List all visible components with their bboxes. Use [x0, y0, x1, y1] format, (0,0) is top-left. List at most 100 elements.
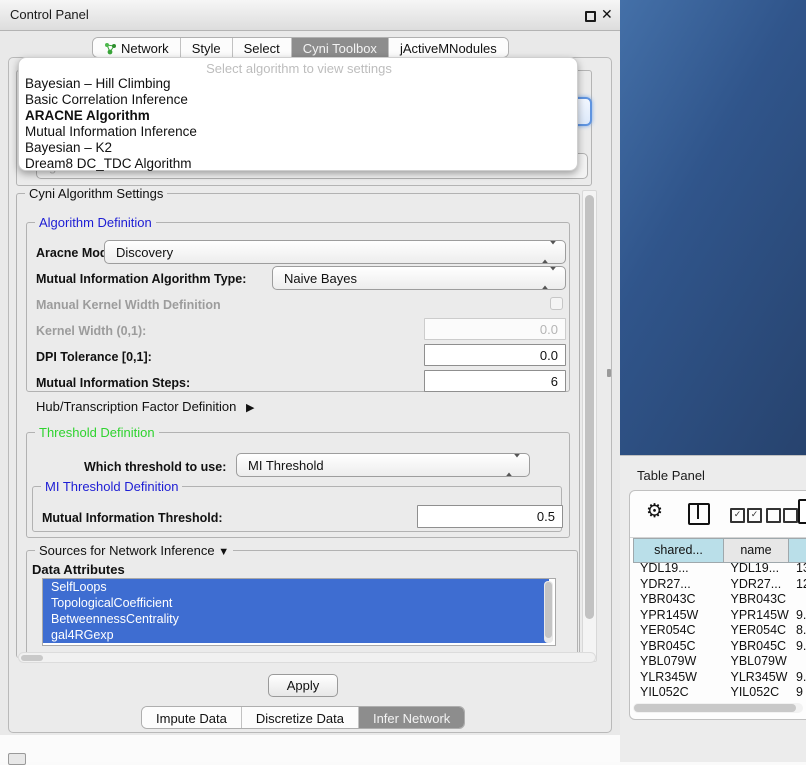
split-pane-handle[interactable] [607, 369, 611, 377]
table-cell: 12 [792, 577, 806, 593]
checked-checkbox-icon[interactable]: ✓ [730, 508, 745, 523]
attribute-list-item[interactable]: BetweennessCentrality [43, 611, 549, 627]
table-cell [792, 654, 806, 670]
group-title: Cyni Algorithm Settings [25, 186, 167, 201]
data-attributes-list[interactable]: SelfLoopsTopologicalCoefficientBetweenne… [42, 578, 556, 646]
combo-value: MI Threshold [248, 458, 324, 473]
table-cell: YPR145W [725, 608, 791, 624]
tab-label: Cyni Toolbox [303, 38, 377, 58]
tab-infer-network[interactable]: Infer Network [359, 707, 464, 729]
algorithm-dropdown-list[interactable]: Select algorithm to view settings Bayesi… [18, 57, 578, 171]
dpi-tolerance-field[interactable]: 0.0 [424, 344, 566, 366]
scrollbar-thumb[interactable] [21, 655, 43, 661]
settings-vertical-scrollbar[interactable] [582, 190, 597, 662]
minimized-window-icon[interactable] [8, 753, 26, 765]
tab-label: Infer Network [373, 711, 450, 726]
control-panel: Control Panel ✕ Network Style Select Cyn… [0, 0, 620, 735]
combo-stepper-icon [541, 271, 557, 286]
table-cell: YBR045C [725, 639, 791, 655]
data-attributes-label: Data Attributes [32, 562, 125, 577]
dropdown-placeholder: Select algorithm to view settings [19, 61, 579, 76]
group-title: Algorithm Definition [35, 215, 156, 230]
table-cell: YBL079W [633, 654, 725, 670]
table-row[interactable]: YDR27...YDR27...12 [633, 577, 806, 593]
checked-checkbox-icon[interactable]: ✓ [747, 508, 762, 523]
aracne-mode-combo[interactable]: Discovery [104, 240, 566, 264]
mi-steps-label: Mutual Information Steps: [36, 376, 190, 390]
tab-label: Style [192, 38, 221, 58]
tab-cyni-toolbox[interactable]: Cyni Toolbox [292, 38, 389, 58]
document-icon[interactable] [798, 499, 806, 524]
settings-horizontal-scrollbar[interactable] [18, 652, 596, 663]
table-row[interactable]: YBL079WYBL079W [633, 654, 806, 670]
kernel-width-label: Kernel Width (0,1): [36, 324, 146, 338]
column-header-name[interactable]: name [723, 538, 788, 563]
table-cell: YER054C [725, 623, 791, 639]
tab-label: Discretize Data [256, 711, 344, 726]
algorithm-option[interactable]: ARACNE Algorithm [25, 108, 571, 124]
table-cell: YDL19... [725, 561, 791, 577]
table-toolbar: ⚙ ✓ ✓ [630, 491, 806, 538]
scrollbar-thumb[interactable] [634, 704, 796, 712]
algorithm-option[interactable]: Bayesian – Hill Climbing [25, 76, 571, 92]
scrollbar-thumb[interactable] [585, 195, 594, 619]
table-row[interactable]: YIL052CYIL052C9 [633, 685, 806, 701]
table-cell [792, 592, 806, 608]
tab-jactivemnodules[interactable]: jActiveMNodules [389, 38, 508, 58]
sources-toggle[interactable]: Sources for Network Inference ▼ [35, 543, 233, 558]
table-cell: YBR043C [725, 592, 791, 608]
combo-stepper-icon [505, 458, 521, 473]
close-icon[interactable]: ✕ [601, 6, 613, 23]
algorithm-option[interactable]: Basic Correlation Inference [25, 92, 571, 108]
unchecked-checkbox-icon[interactable] [783, 508, 798, 523]
table-row[interactable]: YPR145WYPR145W9. [633, 608, 806, 624]
tab-impute-data[interactable]: Impute Data [142, 707, 242, 729]
mi-steps-field[interactable]: 6 [424, 370, 566, 392]
manual-kernel-label: Manual Kernel Width Definition [36, 298, 221, 312]
manual-kernel-checkbox[interactable] [550, 297, 563, 310]
column-split-icon[interactable] [688, 503, 710, 525]
mi-type-combo[interactable]: Naive Bayes [272, 266, 566, 290]
table-cell: 9. [792, 639, 806, 655]
mi-threshold-field[interactable]: 0.5 [417, 505, 563, 528]
column-header-partial[interactable] [788, 538, 806, 563]
table-cell: YIL052C [633, 685, 725, 701]
tab-discretize-data[interactable]: Discretize Data [242, 707, 359, 729]
hub-factor-toggle[interactable]: Hub/Transcription Factor Definition ▶ [36, 399, 254, 414]
which-threshold-combo[interactable]: MI Threshold [236, 453, 530, 477]
unchecked-checkbox-icon[interactable] [766, 508, 781, 523]
tab-select[interactable]: Select [233, 38, 292, 58]
gear-icon[interactable]: ⚙ [646, 500, 663, 523]
table-row[interactable]: YDL19...YDL19...13 [633, 561, 806, 577]
tab-label: Impute Data [156, 711, 227, 726]
table-cell: YBR043C [633, 592, 725, 608]
algorithm-option[interactable]: Mutual Information Inference [25, 124, 571, 140]
attribute-list-item[interactable]: SelfLoops [43, 579, 549, 595]
apply-button[interactable]: Apply [268, 674, 338, 697]
kernel-width-field[interactable]: 0.0 [424, 318, 566, 340]
expand-down-icon: ▼ [218, 546, 229, 558]
table-row[interactable]: YER054CYER054C8. [633, 623, 806, 639]
sources-title: Sources for Network Inference [39, 543, 215, 558]
tab-label: Select [244, 38, 280, 58]
bottom-strip [0, 735, 620, 762]
tab-style[interactable]: Style [181, 38, 233, 58]
table-cell: YDR27... [725, 577, 791, 593]
column-header-shared-name[interactable]: shared... [633, 538, 723, 563]
float-window-icon[interactable] [585, 11, 596, 22]
group-title: MI Threshold Definition [41, 479, 182, 494]
table-cell: 9. [792, 608, 806, 624]
table-row[interactable]: YBR045CYBR045C9. [633, 639, 806, 655]
table-cell: YPR145W [633, 608, 725, 624]
attribute-list-item[interactable]: gal4RGexp [43, 627, 549, 643]
attribute-list-item[interactable]: TopologicalCoefficient [43, 595, 549, 611]
list-scrollbar[interactable] [544, 581, 553, 643]
table-row[interactable]: YLR345WYLR345W9. [633, 670, 806, 686]
algorithm-option[interactable]: Dream8 DC_TDC Algorithm [25, 156, 571, 172]
dpi-tolerance-label: DPI Tolerance [0,1]: [36, 350, 152, 364]
table-horizontal-scrollbar[interactable] [633, 703, 803, 713]
hub-factor-label: Hub/Transcription Factor Definition [36, 399, 236, 414]
table-row[interactable]: YBR043CYBR043C [633, 592, 806, 608]
tab-network[interactable]: Network [93, 38, 181, 58]
algorithm-option[interactable]: Bayesian – K2 [25, 140, 571, 156]
